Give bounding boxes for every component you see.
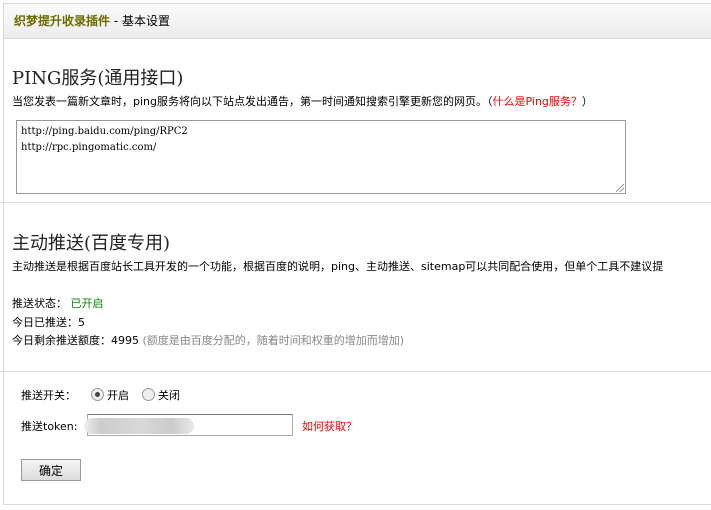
plugin-name: 织梦提升收录插件 xyxy=(14,14,111,28)
token-label: 推送token: xyxy=(21,420,78,433)
push-switch-label: 推送开关： xyxy=(21,389,76,402)
radio-off[interactable]: 关闭 xyxy=(142,387,180,403)
today-label: 今日已推送： xyxy=(12,316,78,329)
remain-quota-row: 今日剩余推送额度：4995 (额度是由百度分配的，随着时间和权重的增加而增加) xyxy=(12,332,404,348)
page-title: 基本设置 xyxy=(121,14,170,28)
ping-desc-end: ） xyxy=(581,95,593,108)
remain-value: 4995 xyxy=(111,334,139,347)
remain-note: (额度是由百度分配的，随着时间和权重的增加而增加) xyxy=(142,334,405,347)
submit-button[interactable]: 确定 xyxy=(21,459,81,481)
remain-label: 今日剩余推送额度： xyxy=(12,334,111,347)
ping-help-link[interactable]: 什么是Ping服务？ xyxy=(493,95,582,108)
push-status-row: 推送状态： 已开启 xyxy=(12,295,104,311)
divider xyxy=(0,202,711,203)
radio-on-icon[interactable] xyxy=(91,388,104,401)
token-help-link[interactable]: 如何获取？ xyxy=(302,418,357,434)
radio-off-label: 关闭 xyxy=(158,389,180,402)
resize-grip-icon[interactable] xyxy=(616,184,624,192)
header-separator: - xyxy=(110,14,122,28)
radio-on[interactable]: 开启 xyxy=(91,387,129,403)
token-redacted xyxy=(84,418,194,434)
push-section-title: 主动推送(百度专用) xyxy=(12,233,171,254)
ping-description: 当您发表一篇新文章时，ping服务将向以下站点发出通告，第一时间通知搜索引擎更新… xyxy=(12,93,593,109)
ping-desc-text: 当您发表一篇新文章时，ping服务将向以下站点发出通告，第一时间通知搜索引擎更新… xyxy=(12,95,493,108)
token-input[interactable] xyxy=(84,414,293,436)
ping-urls-textarea[interactable]: http://ping.baidu.com/ping/RPC2 http://r… xyxy=(16,120,626,194)
status-value: 已开启 xyxy=(70,297,104,310)
radio-off-icon[interactable] xyxy=(142,388,155,401)
panel-header: 织梦提升收录插件 - 基本设置 xyxy=(4,4,711,39)
ping-section-title: PING服务(通用接口) xyxy=(12,68,184,89)
push-description: 主动推送是根据百度站长工具开发的一个功能，根据百度的说明，ping、主动推送、s… xyxy=(12,260,664,273)
radio-on-label: 开启 xyxy=(107,389,129,402)
today-pushed-row: 今日已推送：5 xyxy=(12,314,85,330)
status-label: 推送状态： xyxy=(12,297,67,310)
divider xyxy=(0,371,711,372)
today-value: 5 xyxy=(78,316,85,329)
ping-urls-text: http://ping.baidu.com/ping/RPC2 http://r… xyxy=(21,126,188,153)
